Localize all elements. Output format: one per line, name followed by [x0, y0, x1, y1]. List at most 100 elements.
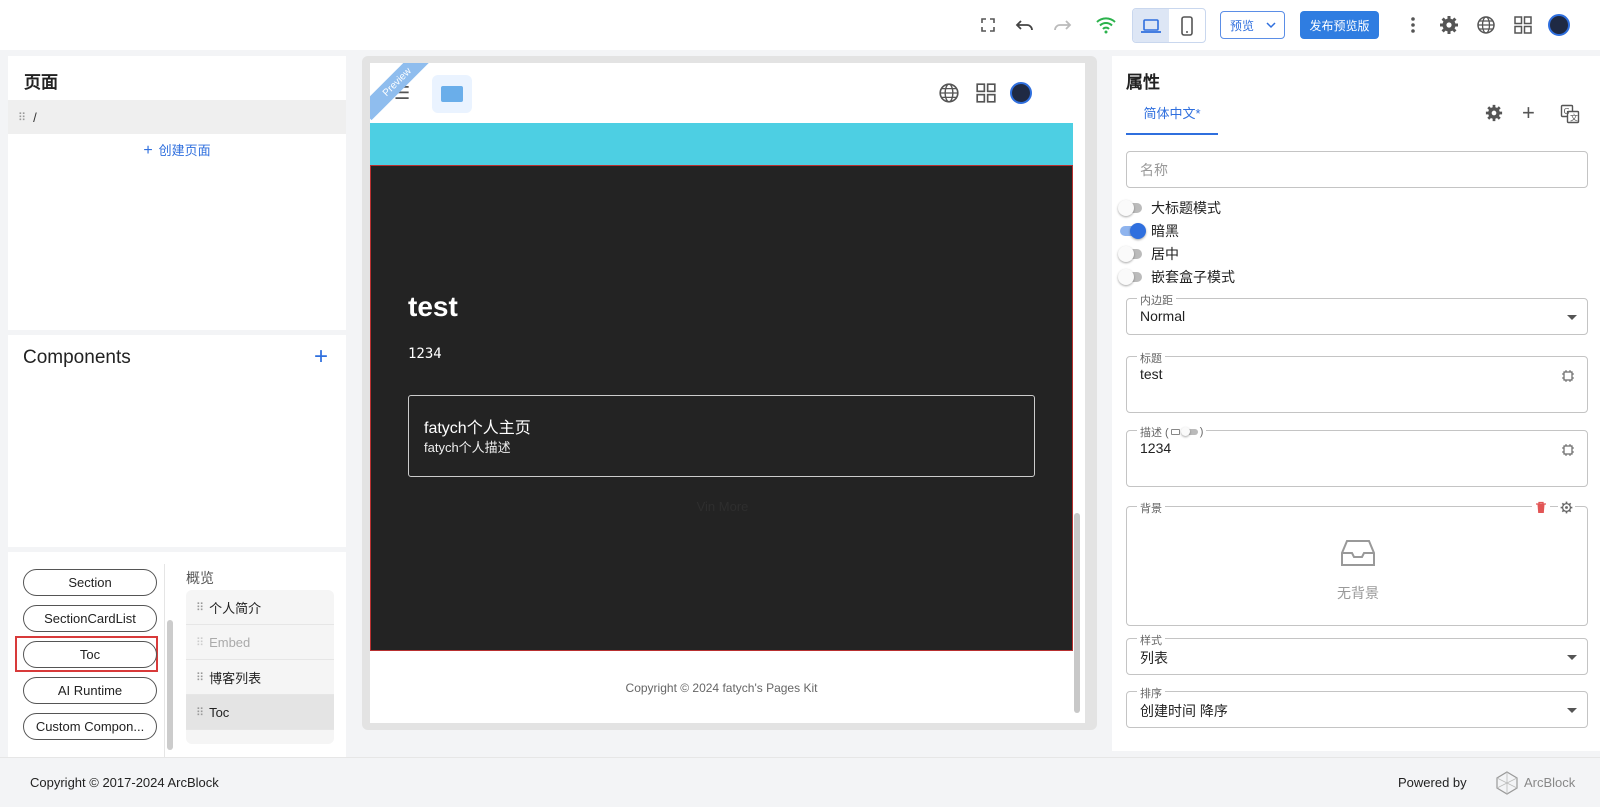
chip-section[interactable]: Section — [23, 569, 157, 596]
more-vert-icon[interactable] — [1400, 12, 1426, 38]
translate-icon[interactable]: G文 — [1560, 104, 1580, 129]
laptop-icon[interactable] — [1133, 9, 1169, 42]
selected-section[interactable]: test 1234 fatych个人主页 fatych个人描述 Vin More — [370, 165, 1073, 651]
toggle-switch[interactable] — [1118, 246, 1142, 262]
ai-chip-icon[interactable] — [1561, 369, 1575, 386]
style-select[interactable]: 样式 列表 — [1126, 632, 1588, 675]
list-item-label: 个人简介 — [209, 600, 262, 616]
tab-language[interactable]: 简体中文* — [1126, 103, 1218, 135]
phone-icon[interactable] — [1169, 9, 1205, 42]
scrollbar[interactable] — [1074, 513, 1080, 713]
field-value: 列表 — [1140, 650, 1168, 666]
list-item[interactable]: ⠿ 个人简介 — [186, 590, 334, 625]
drag-handle-icon[interactable]: ⠿ — [196, 671, 204, 684]
preview-select-label: 预览 — [1230, 18, 1255, 33]
switch-center[interactable]: 居中 — [1118, 244, 1179, 264]
chevron-down-icon — [1266, 18, 1276, 35]
properties-title: 属性 — [1126, 73, 1160, 92]
gear-icon[interactable] — [1436, 12, 1462, 38]
apps-grid-icon[interactable] — [975, 82, 997, 109]
apps-grid-icon[interactable] — [1510, 12, 1536, 38]
chip-sectioncardlist[interactable]: SectionCardList — [23, 605, 157, 632]
chip-toc[interactable]: Toc — [23, 641, 157, 668]
canvas-frame: ☰ Preview test 1234 fatych个人主页 fatych个人描… — [362, 56, 1097, 730]
preview-footer: Copyright © 2024 fatych's Pages Kit — [625, 681, 818, 695]
switch-label: 嵌套盒子模式 — [1151, 269, 1235, 285]
svg-text:文: 文 — [1570, 113, 1578, 123]
list-item[interactable]: ⠿ Toc — [186, 695, 334, 730]
components-title: Components — [23, 347, 131, 368]
field-label-end: ) — [1199, 426, 1204, 438]
list-item[interactable]: ⠿ Embed — [186, 625, 334, 660]
wifi-icon — [1093, 12, 1119, 38]
list-item-label: 博客列表 — [209, 670, 262, 686]
gear-icon[interactable] — [1485, 104, 1503, 127]
section-description: 1234 — [408, 346, 442, 362]
avatar[interactable] — [1548, 14, 1570, 36]
section-title: test — [408, 291, 458, 322]
title-field[interactable]: 标题 test — [1126, 350, 1588, 413]
copyright-text: Copyright © 2017-2024 ArcBlock — [30, 775, 219, 790]
content-card[interactable]: fatych个人主页 fatych个人描述 — [408, 395, 1035, 477]
redo-icon[interactable] — [1049, 12, 1075, 38]
drag-handle-icon[interactable]: ⠿ — [196, 636, 204, 649]
overview-list: ⠿ 个人简介 ⠿ Embed ⠿ 博客列表 ⠿ Toc — [186, 590, 334, 744]
view-more-link[interactable]: Vin More — [371, 499, 1074, 514]
page-path: / — [33, 109, 37, 125]
scrollbar[interactable] — [167, 620, 173, 750]
pages-panel: 页面 ⠿ / + 创建页面 — [8, 56, 346, 330]
caret-down-icon — [1567, 315, 1577, 320]
toggle-switch[interactable] — [1118, 269, 1142, 285]
preview-canvas: ☰ Preview test 1234 fatych个人主页 fatych个人描… — [370, 63, 1085, 723]
plus-icon[interactable]: + — [1522, 100, 1535, 126]
powered-by-text: Powered by — [1398, 775, 1467, 790]
create-page-label: 创建页面 — [158, 143, 211, 158]
create-page-button[interactable]: + 创建页面 — [8, 140, 346, 160]
drag-handle-icon[interactable]: ⠿ — [196, 706, 204, 719]
drag-handle-icon[interactable]: ⠿ — [196, 601, 204, 614]
chip-ai-runtime[interactable]: AI Runtime — [23, 677, 157, 704]
toggle-switch[interactable] — [1118, 200, 1142, 216]
globe-icon[interactable] — [938, 82, 960, 109]
add-component-icon[interactable]: + — [314, 343, 328, 371]
switch-large-title[interactable]: 大标题模式 — [1118, 198, 1221, 218]
components-panel: Components + — [8, 335, 346, 547]
name-field[interactable]: 名称 — [1126, 151, 1588, 188]
publish-preview-button[interactable]: 发布预览版 — [1300, 11, 1379, 39]
field-label: 内边距 — [1137, 292, 1176, 308]
gear-icon[interactable] — [1558, 501, 1575, 519]
page-item[interactable]: ⠿ / — [8, 100, 346, 134]
plus-icon: + — [143, 142, 153, 159]
drag-handle-icon[interactable]: ⠿ — [18, 111, 26, 124]
chip-custom-component[interactable]: Custom Compon... — [23, 713, 157, 740]
list-item[interactable]: ⠿ 博客列表 — [186, 660, 334, 695]
fullscreen-icon[interactable] — [975, 12, 1001, 38]
field-label: 背景 — [1137, 500, 1165, 516]
top-toolbar: 预览 发布预览版 — [0, 0, 1600, 50]
globe-icon[interactable] — [1473, 12, 1499, 38]
device-toggle — [1132, 8, 1206, 43]
toggle-switch[interactable] — [1120, 223, 1146, 239]
ai-chip-icon[interactable] — [1561, 443, 1575, 460]
field-label: 样式 — [1137, 632, 1165, 648]
list-item-label: Toc — [209, 704, 230, 720]
field-value: test — [1140, 366, 1163, 382]
switch-dark[interactable]: 暗黑 — [1120, 221, 1179, 241]
preview-select[interactable]: 预览 — [1220, 11, 1285, 39]
card-description: fatych个人描述 — [424, 440, 511, 455]
svg-text:G: G — [1564, 107, 1570, 116]
list-item-label: Embed — [209, 634, 251, 650]
padding-select[interactable]: 内边距 Normal — [1126, 292, 1588, 335]
empty-background-text: 无背景 — [1337, 585, 1379, 601]
avatar[interactable] — [1010, 82, 1032, 104]
description-field[interactable]: 描述 ( ) 1234 — [1126, 424, 1588, 487]
toggle-switch[interactable] — [1180, 427, 1198, 436]
card-title: fatych个人主页 — [424, 420, 531, 437]
background-field[interactable]: 背景 无背景 — [1126, 500, 1588, 626]
sort-select[interactable]: 排序 创建时间 降序 — [1126, 685, 1588, 728]
field-label-text: 描述 ( — [1140, 427, 1169, 439]
undo-icon[interactable] — [1012, 12, 1038, 38]
field-value: 创建时间 降序 — [1140, 703, 1228, 719]
delete-icon[interactable] — [1532, 501, 1550, 519]
switch-nested-box[interactable]: 嵌套盒子模式 — [1118, 267, 1235, 287]
